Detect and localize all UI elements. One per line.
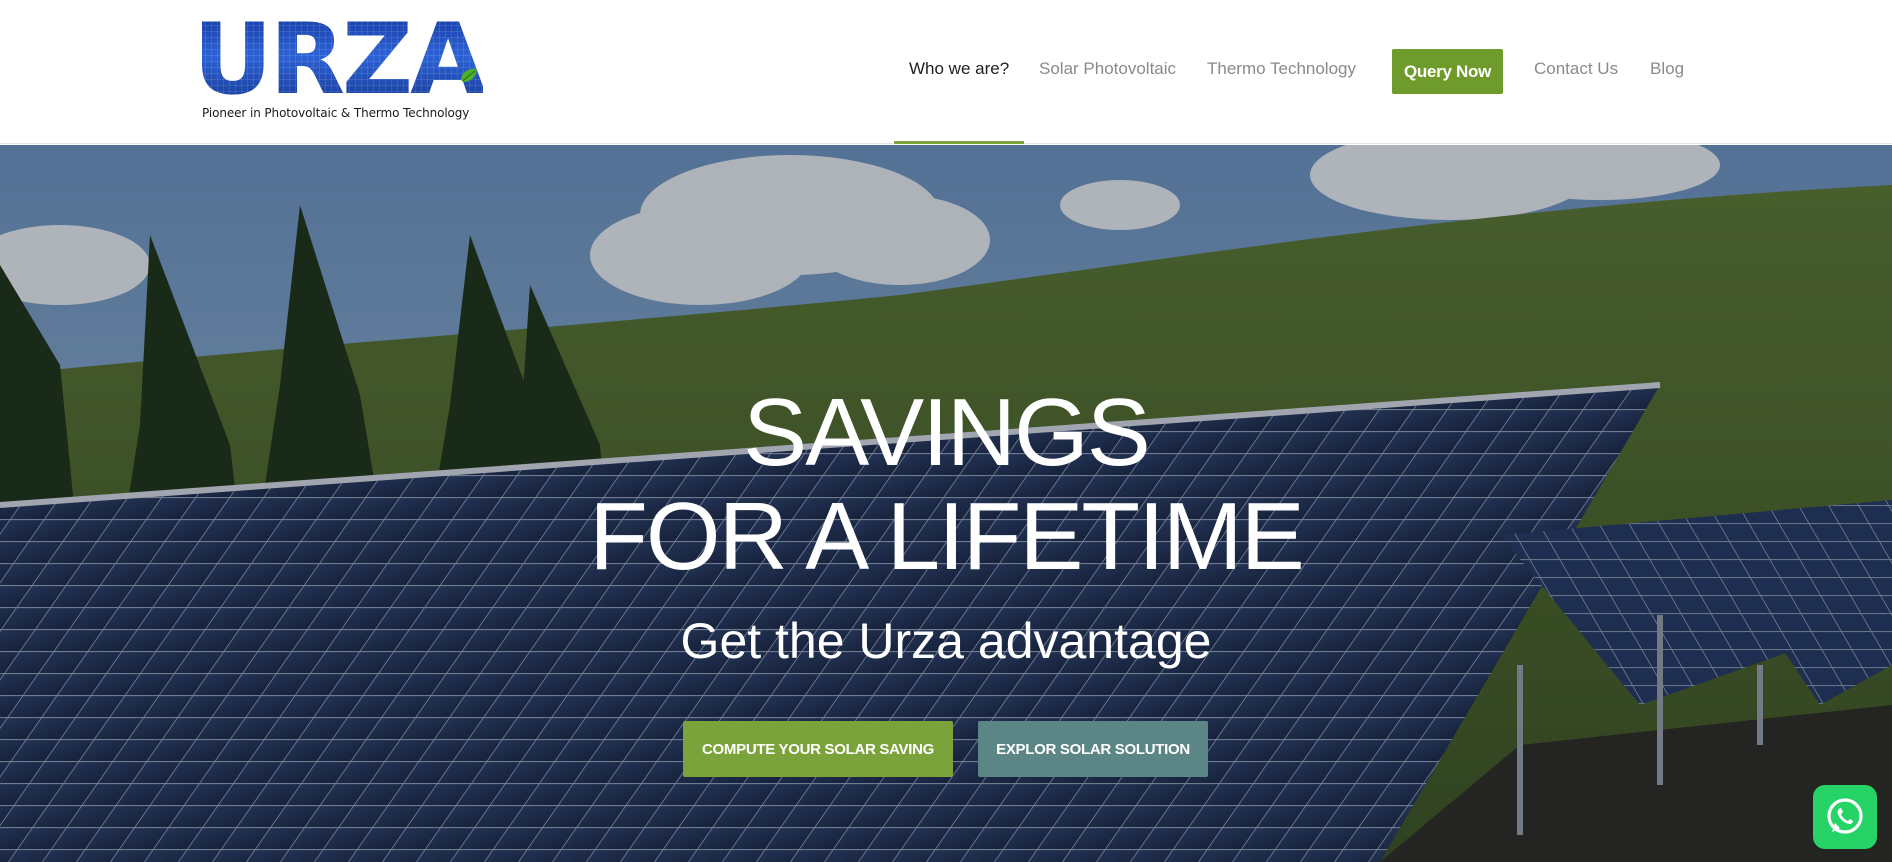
- logo[interactable]: URZA Pioneer in Photovoltaic & Thermo Te…: [193, 16, 483, 126]
- hero-headline-line1: SAVINGS: [743, 379, 1151, 486]
- hero-subheadline: Get the Urza advantage: [680, 613, 1212, 669]
- nav-who-we-are[interactable]: Who we are?: [909, 59, 1009, 79]
- nav-contact-us[interactable]: Contact Us: [1534, 59, 1618, 79]
- nav-thermo-technology[interactable]: Thermo Technology: [1207, 59, 1356, 79]
- explore-solar-solution-button[interactable]: EXPLOR SOLAR SOLUTION: [978, 721, 1208, 777]
- query-now-button[interactable]: Query Now: [1392, 49, 1503, 94]
- nav-active-indicator: [894, 141, 1024, 144]
- whatsapp-icon: [1827, 798, 1863, 834]
- site-header: URZA Pioneer in Photovoltaic & Thermo Te…: [0, 0, 1892, 144]
- hero-section: SAVINGS FOR A LIFETIME Get the Urza adva…: [0, 145, 1892, 862]
- compute-solar-saving-button[interactable]: COMPUTE YOUR SOLAR SAVING: [683, 721, 953, 777]
- hero-headline-line2: FOR A LIFETIME: [589, 483, 1304, 590]
- logo-wordmark: URZA: [193, 3, 483, 117]
- leaf-icon: [461, 68, 477, 82]
- nav-solar-photovoltaic[interactable]: Solar Photovoltaic: [1039, 59, 1176, 79]
- logo-tagline: Pioneer in Photovoltaic & Thermo Technol…: [202, 106, 470, 120]
- nav-blog[interactable]: Blog: [1650, 59, 1684, 79]
- whatsapp-button[interactable]: [1813, 785, 1877, 849]
